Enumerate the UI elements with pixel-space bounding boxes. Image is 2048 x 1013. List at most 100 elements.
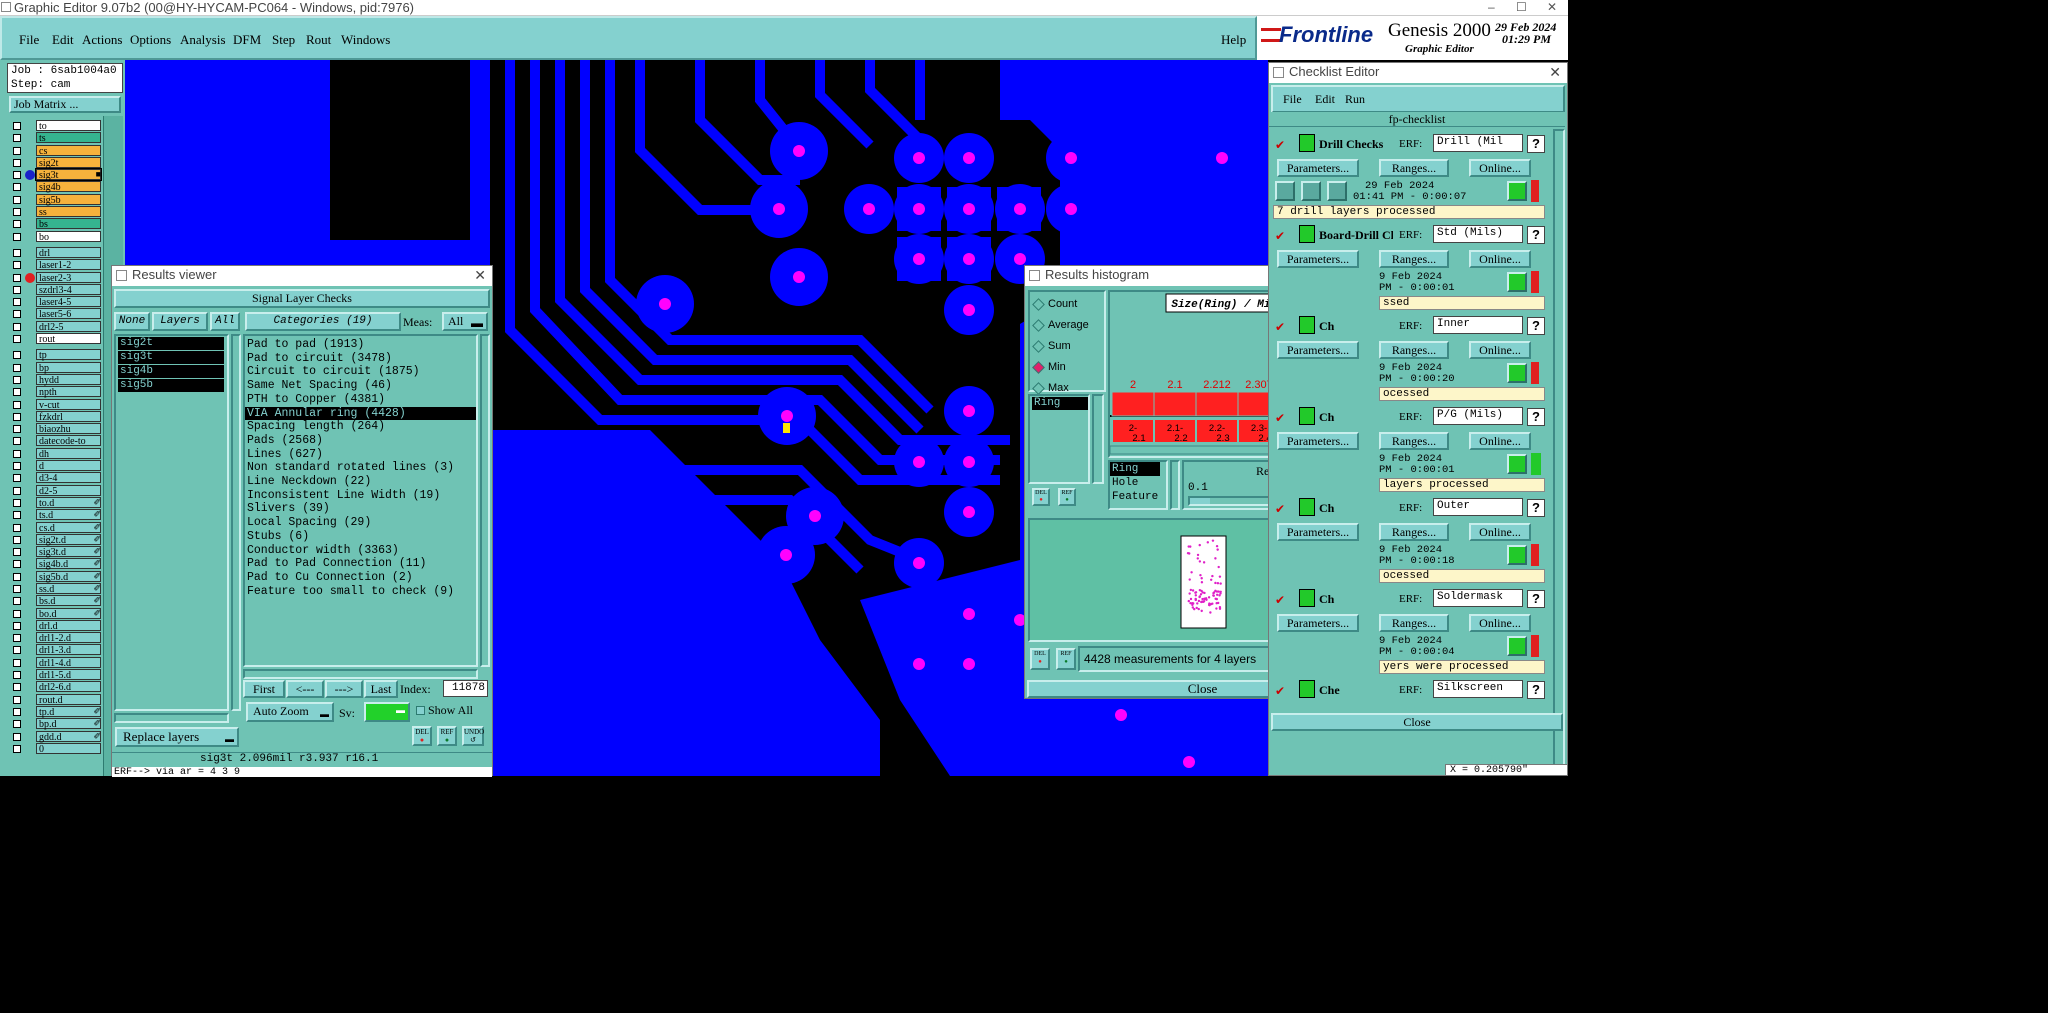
layer-name[interactable]: ts.d [36, 509, 101, 521]
layer-name[interactable]: cs [36, 144, 101, 157]
check-icon[interactable]: ✔ [1275, 320, 1285, 334]
layer-checkbox[interactable] [13, 425, 21, 434]
category-item[interactable]: Local Spacing (29) [245, 516, 476, 530]
category-item[interactable]: Inconsistent Line Width (19) [245, 489, 476, 503]
category-item[interactable]: Same Net Spacing (46) [245, 379, 476, 393]
layer-checkbox[interactable] [13, 310, 21, 319]
measure-type-list[interactable]: Ring Hole Feature [1108, 460, 1168, 510]
measure-type-item[interactable]: Feature [1110, 490, 1160, 504]
layer-name[interactable]: ss [36, 206, 101, 218]
layer-checkbox[interactable] [13, 486, 21, 495]
layer-checkbox[interactable] [13, 584, 21, 593]
layer-checkbox[interactable] [13, 720, 21, 729]
help-button[interactable]: ? [1527, 590, 1545, 608]
layer-checkbox[interactable] [13, 621, 21, 630]
layer-row[interactable]: bs.d ✐ [9, 595, 101, 607]
layer-row[interactable]: drl2-5 [9, 320, 101, 333]
action-name[interactable]: Drill Checks [1319, 137, 1393, 152]
parameters-button[interactable]: Parameters... [1277, 341, 1359, 359]
layer-checkbox[interactable] [13, 658, 21, 667]
action-name[interactable]: Ch [1319, 592, 1393, 607]
menu-rout[interactable]: Rout [306, 32, 331, 48]
layer-checkbox[interactable] [13, 634, 21, 643]
layer-name[interactable]: bo [36, 230, 101, 243]
help-button[interactable]: ? [1527, 408, 1545, 426]
layer-row[interactable]: datecode-to [9, 435, 101, 447]
layer-checkbox[interactable] [13, 134, 21, 143]
layer-row[interactable]: bp [9, 361, 101, 374]
layer-name[interactable]: gdd.d [36, 730, 101, 743]
next-button[interactable]: ---> [325, 680, 363, 698]
erf-field[interactable]: P/G (Mils) [1433, 407, 1523, 425]
layer-name[interactable]: drl [36, 246, 101, 259]
hist-del-button[interactable]: DEL ● [1032, 488, 1050, 506]
maximize-button[interactable]: ☐ [1516, 0, 1527, 15]
layer-checkbox[interactable] [13, 388, 21, 397]
measure-type-item[interactable]: Hole [1110, 476, 1160, 490]
category-item[interactable]: Circuit to circuit (1875) [245, 365, 476, 379]
parameters-button[interactable]: Parameters... [1277, 614, 1359, 632]
layer-row[interactable]: ts [9, 132, 101, 144]
layer-name[interactable]: sig3t.d [36, 546, 101, 558]
category-item[interactable]: PTH to Copper (4381) [245, 393, 476, 407]
layer-row[interactable]: sig4b.d ✐ [9, 558, 101, 570]
del-button[interactable]: DEL ● [412, 726, 432, 746]
layers-none-button[interactable]: None [114, 312, 150, 331]
layer-name[interactable]: drl.d [36, 619, 101, 632]
category-item[interactable]: Line Neckdown (22) [245, 475, 476, 489]
online-button[interactable]: Online... [1469, 614, 1531, 632]
layer-row[interactable]: sig5b.d ✐ [9, 570, 101, 583]
ranges-button[interactable]: Ranges... [1379, 614, 1449, 632]
layer-name[interactable]: drl2-6.d [36, 681, 101, 693]
layer-name[interactable]: drl1-2.d [36, 632, 101, 644]
checklist-close-button[interactable]: Close [1271, 713, 1563, 731]
layer-name[interactable]: 0 [36, 742, 101, 755]
layer-name[interactable]: to [36, 120, 101, 132]
layer-checkbox[interactable] [13, 122, 21, 130]
category-item[interactable]: Pad to pad (1913) [245, 338, 476, 352]
run-icon[interactable] [1275, 181, 1295, 201]
layer-checkbox[interactable] [13, 597, 21, 606]
layer-name[interactable]: drl2-5 [36, 320, 101, 333]
zoom-results-icon[interactable] [1507, 636, 1527, 656]
layer-name[interactable]: bp [36, 361, 101, 374]
layer-row[interactable]: d [9, 460, 101, 472]
layer-row[interactable]: npth [9, 386, 101, 398]
layer-row[interactable]: drl2-6.d [9, 681, 101, 693]
layer-checkbox[interactable] [13, 572, 21, 581]
layer-checkbox[interactable] [13, 523, 21, 532]
layer-name[interactable]: rout [36, 333, 101, 345]
layer-checkbox[interactable] [13, 462, 21, 471]
categories-listbox[interactable]: Pad to pad (1913) Pad to circuit (3478) Ci… [243, 334, 478, 667]
category-item[interactable]: Slivers (39) [245, 502, 476, 516]
layer-checkbox[interactable] [13, 609, 21, 618]
layers-all-button[interactable]: All [210, 312, 240, 331]
layer-checkbox[interactable] [13, 498, 21, 507]
layer-row[interactable]: laser5-6 [9, 308, 101, 320]
parameters-button[interactable]: Parameters... [1277, 523, 1359, 541]
category-item[interactable]: Feature too small to check (9) [245, 585, 476, 599]
radio-diamond-icon[interactable] [1032, 361, 1045, 374]
ranges-button[interactable]: Ranges... [1379, 523, 1449, 541]
layer-name[interactable]: sig4b.d [36, 558, 101, 570]
layer-name[interactable]: hydd [36, 373, 101, 386]
result-layer-item[interactable]: sig5b [118, 379, 224, 392]
layer-checkbox[interactable] [13, 671, 21, 680]
layers-listbox[interactable]: sig2t sig3t sig4b sig5b [114, 334, 229, 711]
layer-checkbox[interactable] [13, 400, 21, 409]
checklist-close-icon[interactable]: ✕ [1549, 63, 1561, 81]
layer-checkbox[interactable] [13, 195, 21, 204]
show-all-checkbox[interactable] [416, 706, 425, 715]
layer-name[interactable]: szdrl3-4 [36, 283, 101, 296]
hist-ref-button[interactable]: REF ● [1058, 488, 1076, 506]
erf-field[interactable]: Silkscreen [1433, 680, 1523, 698]
layer-checkbox[interactable] [13, 232, 21, 241]
menu-help[interactable]: Help [1221, 32, 1246, 48]
auto-zoom-dropdown[interactable]: Auto Zoom ▬ [246, 702, 334, 722]
zoom-results-icon[interactable] [1507, 545, 1527, 565]
layer-checkbox[interactable] [13, 248, 21, 257]
layer-row[interactable]: laser4-5 [9, 296, 101, 308]
checklist-menu-file[interactable]: File [1283, 92, 1302, 107]
layer-checkbox[interactable] [13, 560, 21, 569]
hist-del2-button[interactable]: DEL ● [1030, 648, 1050, 670]
